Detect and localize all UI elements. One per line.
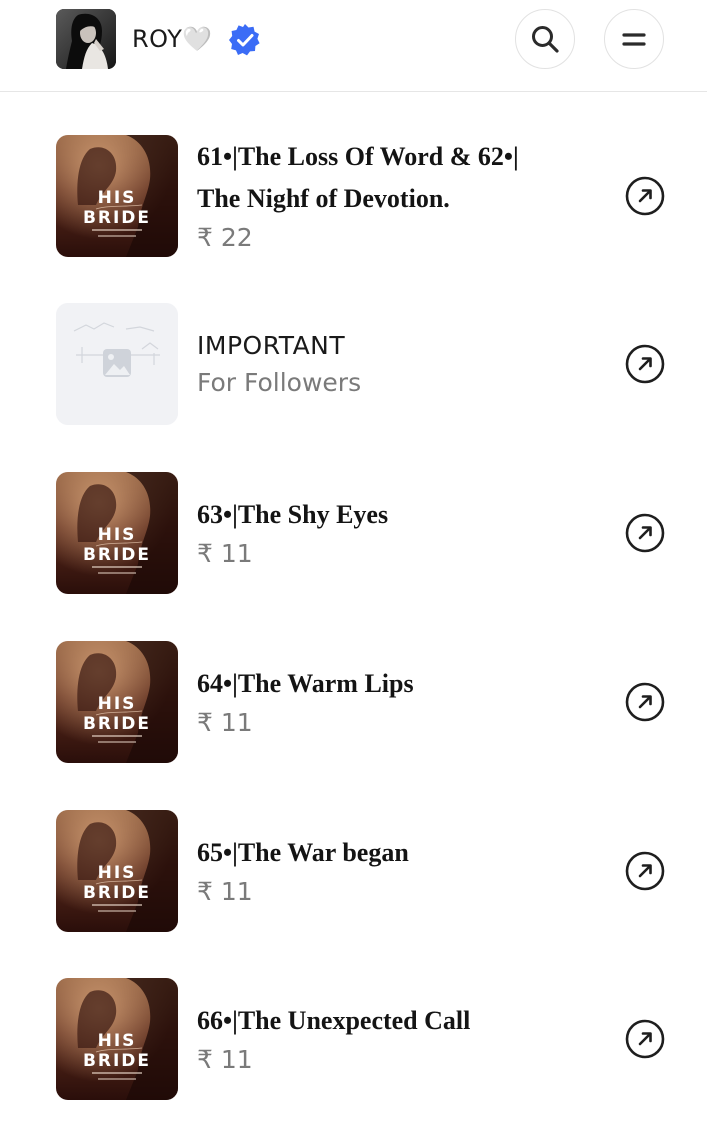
item-subtitle: For Followers — [197, 368, 362, 397]
list-item[interactable]: HIS BRIDE 64•|The Warm Lips ₹ 11 — [0, 641, 707, 763]
svg-text:HIS: HIS — [98, 863, 137, 883]
creator-name[interactable]: ROY🤍 — [132, 22, 213, 56]
open-external-icon[interactable] — [624, 681, 666, 723]
item-price: ₹ 22 — [197, 223, 253, 252]
svg-text:BRIDE: BRIDE — [83, 545, 151, 565]
item-title: IMPORTANT — [197, 331, 346, 360]
item-title: 63•|The Shy Eyes — [197, 500, 389, 529]
open-external-icon[interactable] — [624, 850, 666, 892]
menu-icon — [622, 33, 646, 46]
item-price: ₹ 11 — [197, 877, 253, 906]
svg-text:BRIDE: BRIDE — [83, 208, 151, 228]
item-price: ₹ 11 — [197, 539, 253, 568]
svg-text:BRIDE: BRIDE — [83, 714, 151, 734]
his-bride-cover-thumbnail: HIS BRIDE — [56, 810, 178, 932]
list-item[interactable]: HIS BRIDE 66•|The Unexpected Call ₹ 11 — [0, 978, 707, 1100]
his-bride-cover-thumbnail: HIS BRIDE — [56, 978, 178, 1100]
open-external-icon[interactable] — [624, 512, 666, 554]
list-item[interactable]: IMPORTANT For Followers — [0, 303, 707, 425]
svg-text:BRIDE: BRIDE — [83, 883, 151, 903]
list-item[interactable]: HIS BRIDE 61•|The Loss Of Word & 62•| The… — [0, 135, 707, 257]
item-title: 61•|The Loss Of Word & 62•| — [197, 142, 519, 171]
svg-text:BRIDE: BRIDE — [83, 1051, 151, 1071]
item-title: 66•|The Unexpected Call — [197, 1006, 471, 1035]
list-item[interactable]: HIS BRIDE 65•|The War began ₹ 11 — [0, 810, 707, 932]
open-external-icon[interactable] — [624, 1018, 666, 1060]
menu-button[interactable] — [604, 9, 664, 69]
creator-avatar[interactable] — [56, 9, 116, 69]
search-icon — [532, 26, 559, 53]
list-item[interactable]: HIS BRIDE 63•|The Shy Eyes ₹ 11 — [0, 472, 707, 594]
item-title-line2: The Nighf of Devotion. — [197, 184, 450, 213]
his-bride-cover-thumbnail: HIS BRIDE — [56, 472, 178, 594]
verified-badge-icon — [227, 22, 263, 58]
item-title: 64•|The Warm Lips — [197, 669, 414, 698]
his-bride-cover-thumbnail: HIS BRIDE — [56, 641, 178, 763]
svg-text:HIS: HIS — [98, 694, 137, 714]
open-external-icon[interactable] — [624, 343, 666, 385]
his-bride-cover-thumbnail: HIS BRIDE — [56, 135, 178, 257]
svg-text:HIS: HIS — [98, 525, 137, 545]
image-placeholder-icon — [56, 303, 178, 425]
svg-text:HIS: HIS — [98, 188, 137, 208]
item-price: ₹ 11 — [197, 1045, 253, 1074]
item-title: 65•|The War began — [197, 838, 409, 867]
open-external-icon[interactable] — [624, 175, 666, 217]
search-button[interactable] — [515, 9, 575, 69]
item-price: ₹ 11 — [197, 708, 253, 737]
svg-text:HIS: HIS — [98, 1031, 137, 1051]
header: ROY🤍 — [0, 0, 707, 92]
